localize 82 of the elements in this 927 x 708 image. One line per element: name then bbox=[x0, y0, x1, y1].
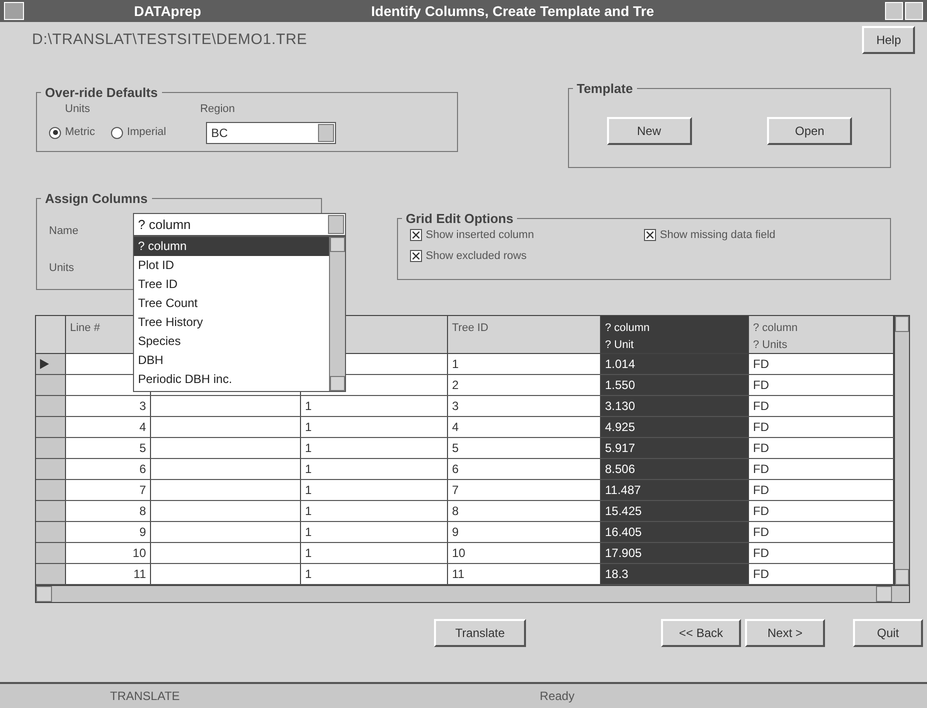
table-cell: 1.550 bbox=[601, 375, 749, 395]
dialog-button[interactable]: Translate bbox=[434, 619, 526, 647]
vertical-scrollbar[interactable] bbox=[894, 316, 909, 585]
dialog-button[interactable]: Help bbox=[862, 26, 915, 54]
dialog-button[interactable]: Next > bbox=[745, 619, 825, 647]
status-text: TRANSLATE bbox=[110, 688, 180, 705]
table-cell: 1 bbox=[301, 480, 448, 500]
table-cell: 8 bbox=[66, 501, 151, 521]
table-cell: 4.925 bbox=[601, 417, 749, 437]
table-cell: 1 bbox=[301, 543, 448, 563]
table-cell: 1.014 bbox=[601, 354, 749, 374]
row-marker[interactable] bbox=[36, 480, 66, 500]
list-scrollbar[interactable] bbox=[329, 237, 345, 391]
region-select[interactable]: BC bbox=[206, 122, 336, 144]
dropdown-option[interactable]: ? column bbox=[134, 237, 329, 256]
row-marker[interactable] bbox=[36, 501, 66, 521]
table-cell: 1 bbox=[301, 459, 448, 479]
table-cell: 11 bbox=[66, 564, 151, 584]
table-cell: 8.506 bbox=[601, 459, 749, 479]
row-marker[interactable] bbox=[36, 522, 66, 542]
dialog-button[interactable]: Quit bbox=[853, 619, 923, 647]
system-menu-icon[interactable] bbox=[4, 2, 24, 20]
horizontal-scrollbar[interactable] bbox=[36, 585, 909, 602]
row-marker[interactable] bbox=[36, 417, 66, 437]
table-cell: 9 bbox=[66, 522, 151, 542]
units-label: Units bbox=[49, 260, 74, 276]
row-marker[interactable] bbox=[36, 459, 66, 479]
row-marker[interactable] bbox=[36, 354, 66, 374]
table-cell: 4 bbox=[66, 417, 151, 437]
scroll-left-icon[interactable] bbox=[36, 586, 52, 602]
option-checkbox[interactable]: Show inserted column bbox=[410, 227, 644, 244]
dropdown-option[interactable]: DBH bbox=[134, 351, 329, 370]
table-cell: 3 bbox=[66, 396, 151, 416]
table-cell: 1 bbox=[301, 396, 448, 416]
row-marker[interactable] bbox=[36, 438, 66, 458]
table-cell: 5.917 bbox=[601, 438, 749, 458]
table-cell: 10 bbox=[66, 543, 151, 563]
status-text: Ready bbox=[540, 688, 574, 705]
dialog-button[interactable]: Open bbox=[767, 117, 852, 145]
table-cell: 11.487 bbox=[601, 480, 749, 500]
region-label: Region bbox=[200, 102, 235, 117]
table-cell: 16.405 bbox=[601, 522, 749, 542]
table-cell: 1 bbox=[301, 501, 448, 521]
option-checkbox[interactable]: Show excluded rows bbox=[410, 248, 878, 264]
dropdown-option[interactable]: Tree Count bbox=[134, 294, 329, 313]
name-combo-box[interactable]: ? column bbox=[133, 213, 346, 236]
row-marker[interactable] bbox=[36, 564, 66, 584]
table-cell: 17.905 bbox=[601, 543, 749, 563]
units-radio[interactable]: Imperial bbox=[110, 124, 166, 141]
table-cell: 6 bbox=[66, 459, 151, 479]
scroll-down-icon[interactable] bbox=[330, 376, 345, 391]
app-title: DATAprep bbox=[134, 2, 202, 21]
dialog-button[interactable]: New bbox=[606, 117, 692, 145]
column-header[interactable]: ? column ? Unit bbox=[601, 316, 749, 353]
table-cell: 1 bbox=[301, 522, 448, 542]
table-cell: 18.3 bbox=[601, 564, 749, 584]
row-marker[interactable] bbox=[36, 396, 66, 416]
table-cell: 15.425 bbox=[601, 501, 749, 521]
scroll-down-icon[interactable] bbox=[895, 569, 909, 585]
row-marker[interactable] bbox=[36, 543, 66, 563]
spin-icon[interactable] bbox=[318, 124, 334, 142]
table-cell: 1 bbox=[301, 564, 448, 584]
dropdown-option[interactable]: Plot ID bbox=[134, 256, 329, 275]
dialog-button[interactable]: << Back bbox=[661, 619, 741, 647]
dropdown-option[interactable]: Tree ID bbox=[134, 275, 329, 294]
units-label: Units bbox=[65, 102, 90, 117]
window-title: Identify Columns, Create Template and Tre bbox=[371, 2, 654, 21]
name-label: Name bbox=[49, 224, 78, 239]
file-path: D:\TRANSLAT\TESTSITE\DEMO1.TRE bbox=[32, 30, 308, 50]
scroll-up-icon[interactable] bbox=[330, 237, 345, 252]
table-cell: 1 bbox=[301, 417, 448, 437]
option-checkbox[interactable]: Show missing data field bbox=[644, 227, 878, 244]
current-row-icon bbox=[40, 359, 49, 369]
dropdown-option[interactable]: Periodic DBH inc. bbox=[134, 370, 329, 389]
table-cell: 3.130 bbox=[601, 396, 749, 416]
table-cell: 7 bbox=[66, 480, 151, 500]
table-cell: 5 bbox=[66, 438, 151, 458]
row-marker[interactable] bbox=[36, 375, 66, 395]
scroll-right-icon[interactable] bbox=[876, 586, 892, 602]
table-cell: 1 bbox=[301, 438, 448, 458]
scroll-up-icon[interactable] bbox=[895, 316, 909, 332]
units-radio[interactable]: Metric bbox=[49, 124, 95, 141]
